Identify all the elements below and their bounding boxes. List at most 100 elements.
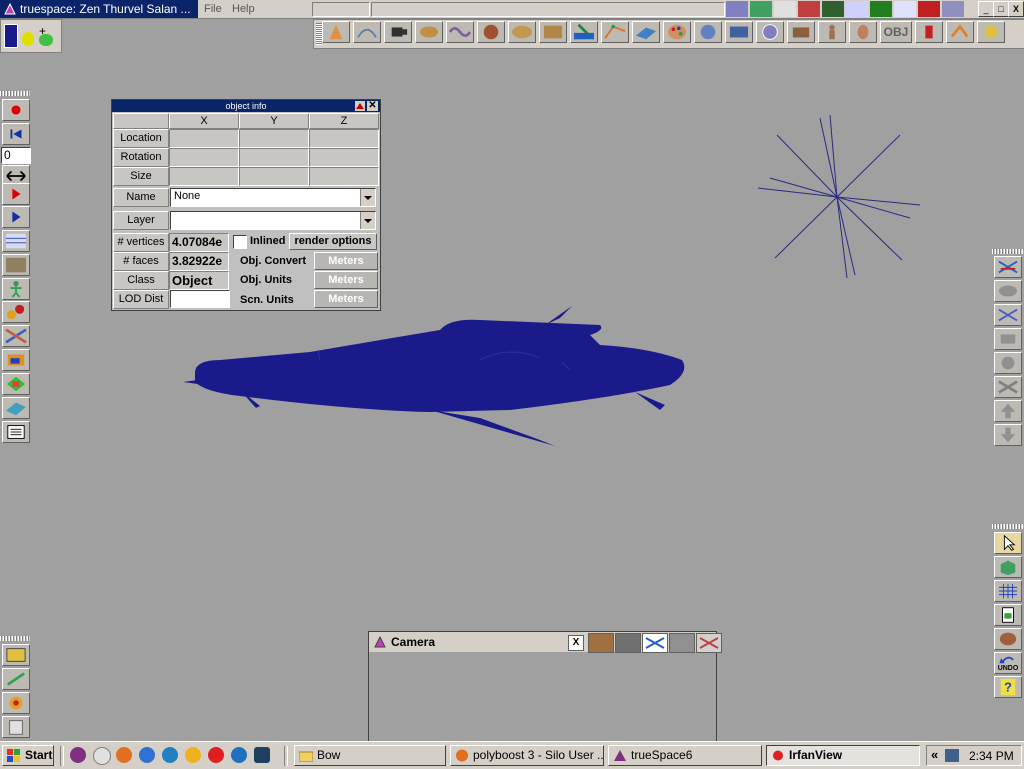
people-icon[interactable] xyxy=(818,21,846,43)
menu-help[interactable]: Help xyxy=(232,2,255,16)
wave-icon[interactable] xyxy=(446,21,474,43)
object-info-title[interactable]: object info xyxy=(112,100,380,112)
menu-file[interactable]: File xyxy=(204,2,222,16)
object-tool-icon[interactable] xyxy=(994,256,1022,278)
texture-icon[interactable] xyxy=(694,21,722,43)
plane-icon[interactable] xyxy=(632,21,660,43)
view-cross-icon[interactable] xyxy=(994,376,1022,398)
location-x-field[interactable] xyxy=(169,129,239,148)
media-launch-icon[interactable] xyxy=(93,747,111,765)
scene-icon[interactable] xyxy=(2,644,30,666)
spaceship-model[interactable] xyxy=(180,300,700,455)
play-red-icon[interactable] xyxy=(2,183,30,205)
name-dropdown[interactable]: None xyxy=(170,188,376,207)
arrow-down-icon[interactable] xyxy=(994,424,1022,446)
z-axis-icon[interactable] xyxy=(918,1,940,17)
play-icon[interactable] xyxy=(2,206,30,228)
network-icon[interactable] xyxy=(945,749,959,762)
camera-axes-icon[interactable] xyxy=(642,633,668,653)
light-gizmo[interactable] xyxy=(740,110,940,290)
script-icon[interactable] xyxy=(2,421,30,443)
frame-input[interactable]: 0 xyxy=(1,147,31,164)
pattern-icon[interactable] xyxy=(756,21,784,43)
size-z-field[interactable] xyxy=(309,167,379,186)
task-irfanview[interactable]: IrfanView xyxy=(766,745,920,766)
light-icon[interactable] xyxy=(2,692,30,714)
document-icon[interactable] xyxy=(994,604,1022,626)
obj-units-button[interactable]: Meters xyxy=(314,271,378,289)
house-icon[interactable] xyxy=(798,1,820,17)
camera-render-icon[interactable] xyxy=(588,633,614,653)
messenger-launch-icon[interactable] xyxy=(162,747,178,763)
browser-launch-icon[interactable] xyxy=(231,747,247,763)
firefox-launch-icon[interactable] xyxy=(116,747,132,763)
recycle-icon[interactable] xyxy=(2,716,30,738)
y-axis-icon[interactable] xyxy=(894,1,916,17)
rotation-x-field[interactable] xyxy=(169,148,239,167)
rewind-icon[interactable] xyxy=(2,123,30,145)
task-truespace6[interactable]: trueSpace6 xyxy=(608,745,762,766)
eye-rotate-icon[interactable] xyxy=(994,304,1022,326)
mesh-icon[interactable] xyxy=(539,21,567,43)
tray-expand-button[interactable]: « xyxy=(931,747,938,762)
lamp-icon[interactable] xyxy=(915,21,943,43)
grid-icon[interactable] xyxy=(846,1,868,17)
lod-dist-input[interactable] xyxy=(170,290,230,308)
pointer-icon[interactable] xyxy=(994,532,1022,554)
irfanview-launch-icon[interactable] xyxy=(208,747,224,763)
eye-move-icon[interactable] xyxy=(994,280,1022,302)
truespace-launch-icon[interactable] xyxy=(70,747,86,763)
render-icon[interactable] xyxy=(726,1,748,17)
tools-icon[interactable] xyxy=(977,21,1005,43)
size-y-field[interactable] xyxy=(239,167,309,186)
camera-view-icon[interactable] xyxy=(615,633,641,653)
arrows-icon[interactable] xyxy=(946,21,974,43)
close-button[interactable]: X xyxy=(1008,1,1024,17)
rotation-y-field[interactable] xyxy=(239,148,309,167)
scn-units-button[interactable]: Meters xyxy=(314,290,378,308)
app-launch-icon[interactable] xyxy=(254,747,270,763)
panel-close-button[interactable]: ✕ xyxy=(367,101,378,111)
spline-icon[interactable] xyxy=(353,21,381,43)
swatch-yellow[interactable] xyxy=(22,32,34,46)
chevron-down-icon[interactable] xyxy=(360,189,375,206)
task-polyboost[interactable]: polyboost 3 - Silo User ... xyxy=(450,745,604,766)
help-icon[interactable]: ? xyxy=(994,676,1022,698)
chevron-down-icon[interactable] xyxy=(360,212,375,229)
figure-icon[interactable] xyxy=(2,278,30,300)
particles-icon[interactable] xyxy=(2,349,30,371)
arrow-up-icon[interactable] xyxy=(994,400,1022,422)
library-icon[interactable] xyxy=(2,668,30,690)
maximize-button[interactable]: □ xyxy=(993,1,1009,17)
cone-icon[interactable] xyxy=(322,21,350,43)
location-z-field[interactable] xyxy=(309,129,379,148)
layer-dropdown[interactable] xyxy=(170,211,376,230)
camera-icon[interactable] xyxy=(384,21,412,43)
grid-view-icon[interactable] xyxy=(994,580,1022,602)
minimize-button[interactable]: _ xyxy=(978,1,994,17)
animation-path-icon[interactable] xyxy=(2,254,30,276)
size-x-field[interactable] xyxy=(169,167,239,186)
camera-title-bar[interactable]: Camera X xyxy=(369,632,722,653)
brush-icon[interactable] xyxy=(787,21,815,43)
bump-icon[interactable] xyxy=(725,21,753,43)
paint-icon[interactable] xyxy=(570,21,598,43)
material-icon[interactable] xyxy=(750,1,772,17)
dots-icon[interactable] xyxy=(942,1,964,17)
camera-close-button[interactable]: X xyxy=(568,635,584,651)
undo-icon[interactable]: UNDO xyxy=(994,652,1022,674)
task-bow[interactable]: Bow xyxy=(294,745,446,766)
camera-pan-icon[interactable] xyxy=(696,633,722,653)
ie-launch-icon[interactable] xyxy=(139,747,155,763)
record-icon[interactable] xyxy=(2,99,30,121)
render-options-button[interactable]: render options xyxy=(289,233,377,250)
cube-view-icon[interactable] xyxy=(994,556,1022,578)
camera-orbit-icon[interactable] xyxy=(669,633,695,653)
obj-icon[interactable]: OBJ xyxy=(880,21,912,43)
sphere-icon[interactable] xyxy=(477,21,505,43)
face-icon[interactable] xyxy=(849,21,877,43)
x-axis-icon[interactable] xyxy=(870,1,892,17)
swatch-blue[interactable] xyxy=(4,24,18,48)
palette-icon[interactable] xyxy=(663,21,691,43)
inlined-checkbox[interactable] xyxy=(233,235,247,249)
